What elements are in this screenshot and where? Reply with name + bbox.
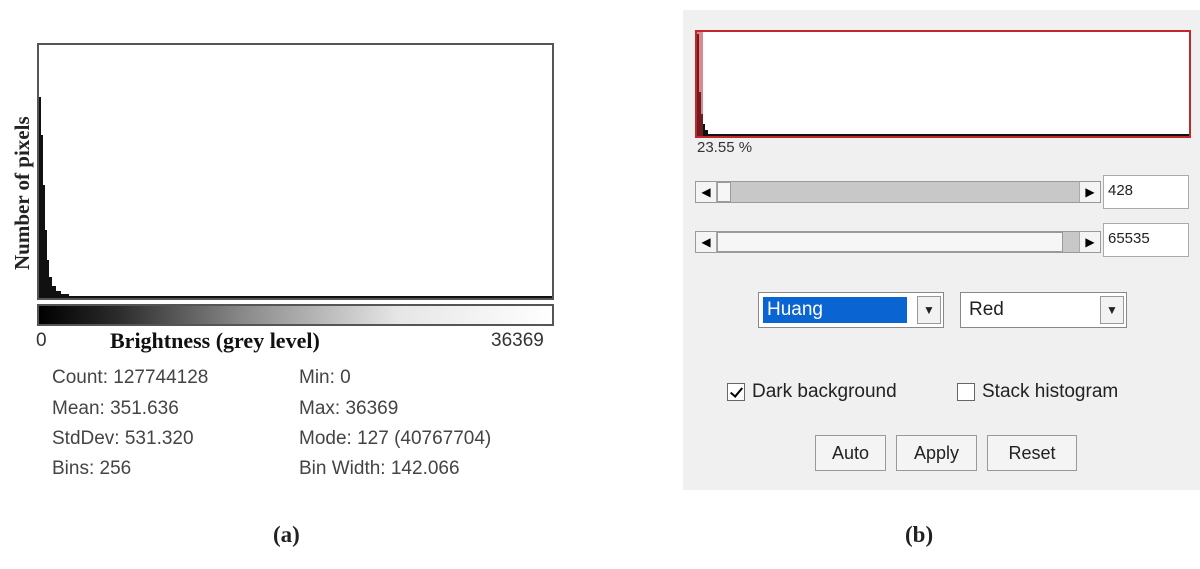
x-axis-max: 36369 [491, 330, 544, 351]
stack-histogram-checkbox[interactable]: Stack histogram [957, 381, 1119, 402]
grey-level-gradient-bar [37, 304, 554, 326]
threshold-percentage: 23.55 % [697, 139, 753, 156]
caption-b: (b) [905, 522, 934, 547]
method-dropdown[interactable]: Huang ▼ [758, 292, 944, 328]
histogram-curve [39, 97, 552, 298]
min-threshold-slider[interactable]: ◀ ▶ [695, 181, 1101, 203]
threshold-overlay [697, 32, 703, 136]
histogram-plot [37, 43, 554, 300]
chevron-down-icon[interactable]: ▼ [917, 296, 941, 324]
histogram-bars [39, 97, 552, 298]
min-slider-thumb[interactable] [717, 182, 731, 202]
stat-stddev: StdDev: 531.320 [52, 428, 194, 449]
x-axis-min: 0 [36, 330, 47, 351]
stat-mean: Mean: 351.636 [52, 398, 179, 419]
method-selected: Huang [763, 297, 907, 323]
min-slider-track[interactable] [717, 182, 1079, 202]
checkbox-unchecked-icon[interactable] [957, 383, 975, 401]
checkbox-checked-icon[interactable] [727, 383, 745, 401]
display-mode-selected: Red [969, 299, 1004, 320]
stat-mode: Mode: 127 (40767704) [299, 428, 492, 449]
threshold-dialog: 23.55 % ◀ ▶ 428 ◀ ▶ 65535 Huang ▼ Red ▼ … [683, 10, 1200, 490]
min-slider-left-arrow[interactable]: ◀ [696, 182, 717, 202]
auto-button[interactable]: Auto [815, 435, 886, 471]
stack-histogram-label: Stack histogram [982, 381, 1119, 402]
y-axis-label: Number of pixels [10, 116, 34, 270]
stat-bin-width: Bin Width: 142.066 [299, 458, 460, 479]
reset-button[interactable]: Reset [987, 435, 1077, 471]
max-threshold-field[interactable]: 65535 [1103, 223, 1189, 257]
max-slider-left-arrow[interactable]: ◀ [696, 232, 717, 252]
chevron-down-icon[interactable]: ▼ [1100, 296, 1124, 324]
min-slider-right-arrow[interactable]: ▶ [1079, 182, 1100, 202]
max-slider-track[interactable] [717, 232, 1079, 252]
stat-max: Max: 36369 [299, 398, 399, 419]
stat-bins: Bins: 256 [52, 458, 132, 479]
threshold-histogram [695, 30, 1191, 138]
x-axis-label: Brightness (grey level) [110, 328, 320, 353]
stat-min: Min: 0 [299, 367, 351, 388]
threshold-histogram-curve [697, 32, 1189, 136]
threshold-histogram-bars [697, 34, 1189, 136]
apply-button[interactable]: Apply [896, 435, 977, 471]
stat-count: Count: 127744128 [52, 367, 209, 388]
max-threshold-slider[interactable]: ◀ ▶ [695, 231, 1101, 253]
caption-a: (a) [273, 522, 300, 547]
histogram-window: Number of pixels 0 Brightness (grey leve… [0, 0, 600, 569]
dark-background-checkbox[interactable]: Dark background [727, 381, 897, 402]
display-mode-dropdown[interactable]: Red ▼ [960, 292, 1127, 328]
min-threshold-field[interactable]: 428 [1103, 175, 1189, 209]
max-slider-right-arrow[interactable]: ▶ [1079, 232, 1100, 252]
max-slider-thumb[interactable] [717, 232, 1063, 252]
dark-background-label: Dark background [752, 381, 897, 402]
